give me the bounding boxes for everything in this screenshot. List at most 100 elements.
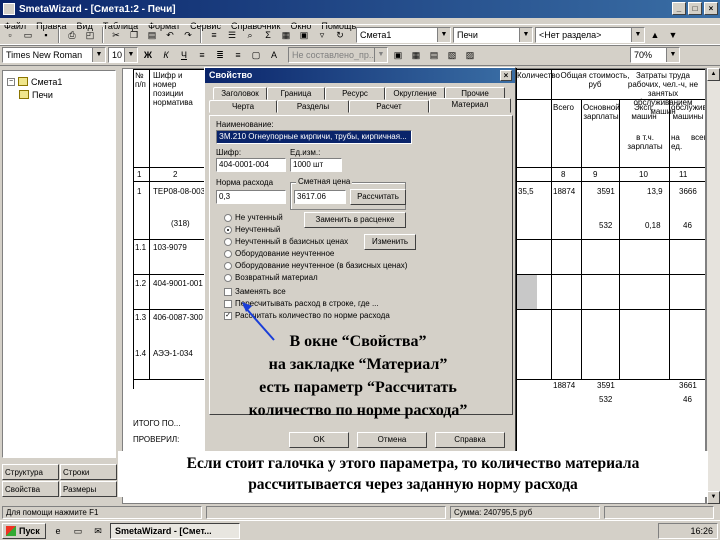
checkbox-icon[interactable]	[224, 299, 232, 308]
new-file-icon[interactable]: ▫	[2, 27, 18, 43]
radio-unaccounted[interactable]: Неучтенный	[224, 224, 280, 235]
subsection-combo[interactable]: <Нет раздела> ▼	[535, 27, 645, 43]
align-left-icon[interactable]: ≡	[194, 47, 210, 63]
outlook-icon[interactable]: ✉	[90, 523, 106, 539]
unit-field[interactable]: 1000 шт	[290, 158, 342, 172]
start-button[interactable]: Пуск	[2, 522, 46, 539]
radio-icon[interactable]	[224, 237, 232, 246]
dialog-close-icon[interactable]: ×	[500, 70, 512, 81]
tab-properties[interactable]: Свойства	[2, 481, 59, 497]
tab-rows[interactable]: Строки	[60, 464, 117, 480]
insert-row-icon[interactable]: ≡	[206, 27, 222, 43]
nav-up-icon[interactable]: ▲	[647, 27, 663, 43]
code-field[interactable]: 404-0001-004	[216, 158, 286, 172]
tab-header[interactable]: Заголовок	[213, 87, 267, 100]
replace-in-rate-button[interactable]: Заменить в расценке	[304, 212, 406, 228]
nav-down-icon[interactable]: ▼	[665, 27, 681, 43]
refresh-icon[interactable]: ↻	[332, 27, 348, 43]
checkbox-icon[interactable]	[224, 287, 232, 296]
ok-button[interactable]: OK	[289, 432, 349, 448]
color-icon[interactable]: A	[266, 47, 282, 63]
grid-icon[interactable]: ▦	[278, 27, 294, 43]
align-center-icon[interactable]: ≣	[212, 47, 228, 63]
delete-row-icon[interactable]: ☰	[224, 27, 240, 43]
preview-icon[interactable]: ◰	[82, 27, 98, 43]
tree-item-section[interactable]: Печи	[7, 88, 111, 101]
tab-calculation[interactable]: Расчет	[349, 100, 429, 113]
underline-button[interactable]: Ч	[176, 47, 192, 63]
row-num: 1.2	[135, 279, 147, 288]
tab-sections[interactable]: Разделы	[277, 100, 349, 113]
tool-icon-d[interactable]: ▧	[444, 47, 460, 63]
redo-icon[interactable]: ↷	[180, 27, 196, 43]
radio-icon[interactable]	[224, 249, 232, 258]
paste-icon[interactable]: ▤	[144, 27, 160, 43]
callout-text: В окне “Свойства” на закладке “Материал”…	[208, 330, 508, 422]
radio-icon[interactable]	[224, 225, 232, 234]
help-button[interactable]: Справка	[435, 432, 505, 448]
radio-equipment-base[interactable]: Оборудование неучтенное (в базисных цена…	[224, 260, 407, 271]
cut-icon[interactable]: ✂	[108, 27, 124, 43]
tool-icon-c[interactable]: ▤	[426, 47, 442, 63]
radio-icon[interactable]	[224, 273, 232, 282]
row-value: 18874	[553, 187, 576, 196]
tab-resource[interactable]: Ресурс	[325, 87, 385, 100]
collapse-icon[interactable]: −	[7, 77, 15, 86]
radio-return-material[interactable]: Возвратный материал	[224, 272, 318, 283]
desktop-icon[interactable]: ▭	[70, 523, 86, 539]
tree-item-estimate[interactable]: − Смета1	[7, 75, 111, 88]
close-button[interactable]: ×	[704, 2, 718, 15]
sum-icon[interactable]: Σ	[260, 27, 276, 43]
norm-field[interactable]: 0,3	[216, 190, 286, 204]
task-smetawizard[interactable]: SmetaWizard - [Смет...	[110, 522, 240, 539]
minimize-button[interactable]: _	[672, 2, 686, 15]
radio-icon[interactable]	[224, 261, 232, 270]
tool-icon-a[interactable]: ▣	[390, 47, 406, 63]
tool-icon-b[interactable]: ▦	[408, 47, 424, 63]
tab-sizes[interactable]: Размеры	[60, 481, 117, 497]
scroll-down-icon[interactable]: ▼	[707, 491, 720, 504]
tab-line[interactable]: Черта	[209, 100, 277, 113]
style-combo[interactable]: Не составлено_пр... ▼	[288, 47, 388, 63]
save-icon[interactable]: ▪	[38, 27, 54, 43]
calculate-button[interactable]: Рассчитать	[350, 189, 406, 205]
maximize-button[interactable]: □	[688, 2, 702, 15]
open-folder-icon[interactable]: ▭	[20, 27, 36, 43]
radio-equipment[interactable]: Оборудование неучтенное	[224, 248, 334, 259]
tool-icon-e[interactable]: ▨	[462, 47, 478, 63]
row-value: 3591	[597, 187, 615, 196]
name-field[interactable]: ЗМ.210 Огнеупорные кирпичи, трубы, кирпи…	[216, 130, 412, 144]
change-button[interactable]: Изменить	[364, 234, 416, 250]
vertical-scrollbar[interactable]: ▲ ▼	[706, 68, 720, 504]
tab-structure[interactable]: Структура	[2, 464, 59, 480]
total-value: 46	[683, 395, 692, 404]
radio-not-accounted[interactable]: Не учтенный	[224, 212, 283, 223]
tab-material[interactable]: Материал	[429, 98, 511, 113]
print-icon[interactable]: ⎙	[64, 27, 80, 43]
calc-icon[interactable]: ▣	[296, 27, 312, 43]
align-right-icon[interactable]: ≡	[230, 47, 246, 63]
checkbox-checked-icon[interactable]: ✓	[224, 311, 232, 320]
ie-icon[interactable]: e	[50, 523, 66, 539]
find-icon[interactable]: ⌕	[242, 27, 258, 43]
cancel-button[interactable]: Отмена	[357, 432, 427, 448]
bold-button[interactable]: Ж	[140, 47, 156, 63]
border-icon[interactable]: ▢	[248, 47, 264, 63]
tab-border[interactable]: Граница	[267, 87, 325, 100]
row-num: 1.1	[135, 243, 147, 252]
zoom-combo[interactable]: 70% ▼	[630, 47, 680, 63]
section-combo[interactable]: Печи ▼	[453, 27, 533, 43]
copy-icon[interactable]: ❐	[126, 27, 142, 43]
left-panel-tabs: Структура Строки Свойства Размеры	[2, 464, 118, 497]
radio-icon[interactable]	[224, 213, 232, 222]
filter-icon[interactable]: ▿	[314, 27, 330, 43]
font-size-combo[interactable]: 10 ▼	[108, 47, 138, 63]
price-field[interactable]: 3617.06	[294, 190, 346, 204]
undo-icon[interactable]: ↶	[162, 27, 178, 43]
estimate-combo[interactable]: Смета1 ▼	[356, 27, 451, 43]
scroll-up-icon[interactable]: ▲	[707, 68, 720, 81]
radio-unaccounted-base[interactable]: Неучтенный в базисных ценах	[224, 236, 348, 247]
check-replace-all[interactable]: Заменять все	[224, 286, 286, 297]
italic-button[interactable]: К	[158, 47, 174, 63]
font-combo[interactable]: Times New Roman ▼	[2, 47, 106, 63]
